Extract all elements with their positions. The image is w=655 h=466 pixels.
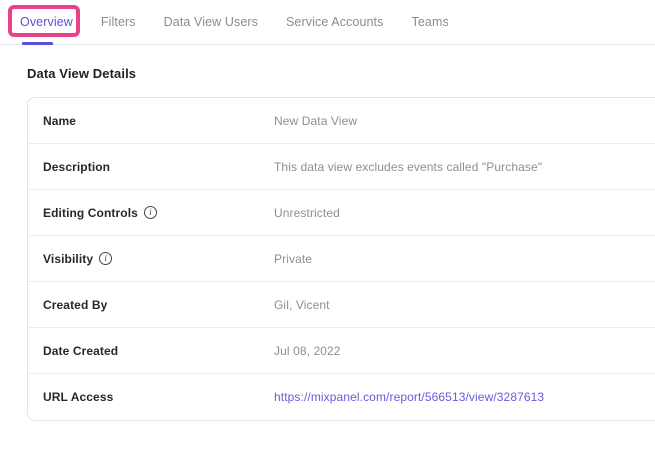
- name-label: Name: [43, 114, 76, 128]
- visibility-label: Visibility: [43, 252, 93, 266]
- tab-bar: Overview Filters Data View Users Service…: [0, 0, 655, 45]
- date-created-value: Jul 08, 2022: [274, 344, 341, 358]
- detail-row-url-access: URL Access https://mixpanel.com/report/5…: [28, 374, 655, 420]
- data-view-details-card: Name New Data View Description This data…: [27, 97, 655, 421]
- date-created-label: Date Created: [43, 344, 118, 358]
- tab-teams[interactable]: Teams: [411, 15, 448, 29]
- detail-row-name: Name New Data View: [28, 98, 655, 144]
- created-by-value: Gil, Vicent: [274, 298, 330, 312]
- name-value: New Data View: [274, 114, 357, 128]
- tab-data-view-users[interactable]: Data View Users: [164, 15, 258, 29]
- editing-controls-label: Editing Controls: [43, 206, 138, 220]
- detail-row-description: Description This data view excludes even…: [28, 144, 655, 190]
- data-view-url-link[interactable]: https://mixpanel.com/report/566513/view/…: [274, 390, 544, 404]
- info-icon[interactable]: i: [99, 252, 112, 265]
- active-tab-indicator: [22, 42, 53, 45]
- description-label: Description: [43, 160, 110, 174]
- visibility-value: Private: [274, 252, 312, 266]
- created-by-label: Created By: [43, 298, 107, 312]
- tab-filters[interactable]: Filters: [101, 15, 136, 29]
- page-title: Data View Details: [27, 66, 655, 81]
- detail-row-created-by: Created By Gil, Vicent: [28, 282, 655, 328]
- detail-row-visibility: Visibility i Private: [28, 236, 655, 282]
- tab-overview[interactable]: Overview: [20, 15, 73, 29]
- editing-controls-value: Unrestricted: [274, 206, 340, 220]
- info-icon[interactable]: i: [144, 206, 157, 219]
- url-access-label: URL Access: [43, 390, 113, 404]
- detail-row-editing-controls: Editing Controls i Unrestricted: [28, 190, 655, 236]
- settings-page: Overview Filters Data View Users Service…: [0, 0, 655, 466]
- tab-service-accounts[interactable]: Service Accounts: [286, 15, 383, 29]
- description-value: This data view excludes events called "P…: [274, 160, 542, 174]
- detail-row-date-created: Date Created Jul 08, 2022: [28, 328, 655, 374]
